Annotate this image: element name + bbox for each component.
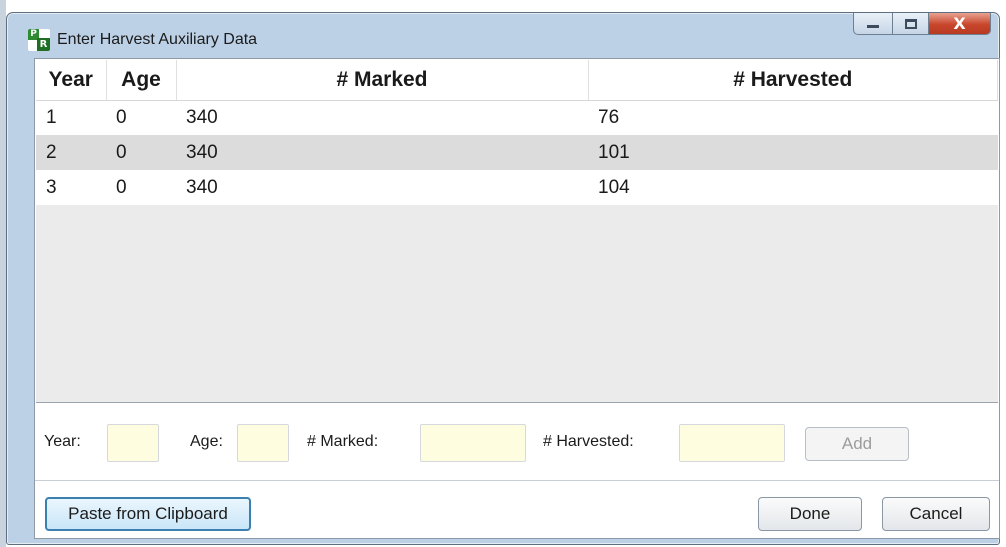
year-input[interactable] xyxy=(107,424,159,462)
age-input[interactable] xyxy=(237,424,289,462)
marked-label: # Marked: xyxy=(307,433,379,450)
age-label: Age: xyxy=(190,433,223,450)
year-label: Year: xyxy=(44,433,81,450)
cell-year[interactable]: 1 xyxy=(36,100,106,135)
done-button[interactable]: Done xyxy=(758,497,862,531)
cell-harvested[interactable]: 101 xyxy=(588,135,998,170)
maximize-icon xyxy=(904,18,917,29)
cell-age[interactable]: 0 xyxy=(106,170,176,205)
title-bar[interactable]: P R Enter Harvest Auxiliary Data X xyxy=(7,13,999,59)
app-logo-icon: P R xyxy=(28,29,50,51)
caption-buttons: X xyxy=(853,13,991,35)
table-row[interactable]: 3 0 340 104 xyxy=(36,170,998,205)
cell-year[interactable]: 3 xyxy=(36,170,106,205)
cell-age[interactable]: 0 xyxy=(106,135,176,170)
minimize-icon xyxy=(867,25,879,28)
cell-marked[interactable]: 340 xyxy=(176,170,588,205)
close-button[interactable]: X xyxy=(929,13,991,35)
cell-harvested[interactable]: 76 xyxy=(588,100,998,135)
marked-input[interactable] xyxy=(420,424,526,462)
column-header-year[interactable]: Year xyxy=(36,60,107,101)
entry-row: Year: Age: # Marked: # Harvested: Add xyxy=(35,419,999,469)
cell-year[interactable]: 2 xyxy=(36,135,106,170)
column-header-marked[interactable]: # Marked xyxy=(176,60,589,101)
column-header-harvested[interactable]: # Harvested xyxy=(588,60,998,101)
paste-from-clipboard-button[interactable]: Paste from Clipboard xyxy=(45,497,251,531)
column-header-age[interactable]: Age xyxy=(106,60,177,101)
window-title: Enter Harvest Auxiliary Data xyxy=(57,31,258,48)
harvested-label: # Harvested: xyxy=(543,433,634,450)
minimize-button[interactable] xyxy=(853,13,893,35)
maximize-button[interactable] xyxy=(893,13,929,35)
cell-marked[interactable]: 340 xyxy=(176,100,588,135)
cell-marked[interactable]: 340 xyxy=(176,135,588,170)
table-row[interactable]: 1 0 340 76 xyxy=(36,100,998,135)
cell-harvested[interactable]: 104 xyxy=(588,170,998,205)
add-button[interactable]: Add xyxy=(805,427,909,461)
cell-age[interactable]: 0 xyxy=(106,100,176,135)
button-bar: Paste from Clipboard Done Cancel xyxy=(35,481,999,539)
close-icon: X xyxy=(953,14,966,33)
data-grid[interactable]: Year Age # Marked # Harvested 1 0 340 76… xyxy=(36,60,998,403)
cancel-button[interactable]: Cancel xyxy=(882,497,990,531)
dialog-window: P R Enter Harvest Auxiliary Data X Year … xyxy=(6,12,1000,545)
harvested-input[interactable] xyxy=(679,424,785,462)
table-row[interactable]: 2 0 340 101 xyxy=(36,135,998,170)
grid-header-row: Year Age # Marked # Harvested xyxy=(36,60,998,101)
dialog-content: Year Age # Marked # Harvested 1 0 340 76… xyxy=(34,58,1000,539)
